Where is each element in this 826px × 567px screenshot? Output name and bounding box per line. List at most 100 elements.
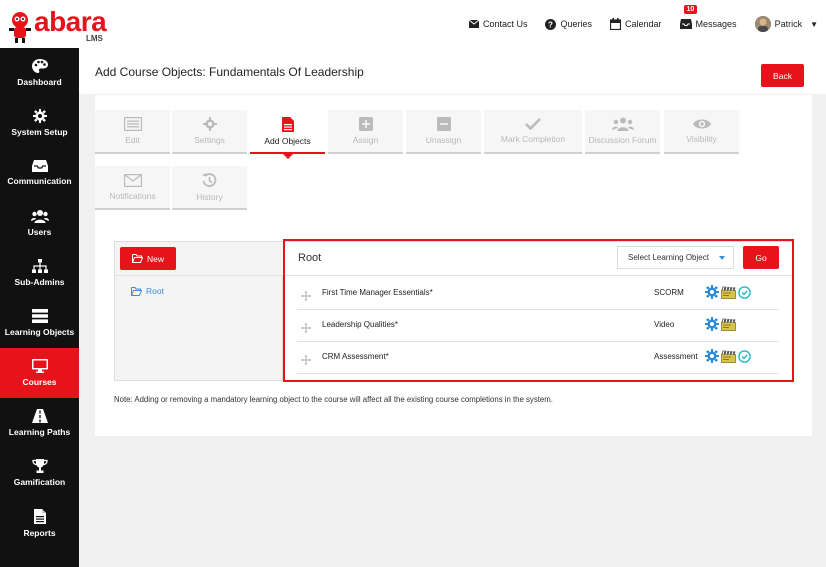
- folder-open-icon: [131, 286, 142, 296]
- drag-handle-icon[interactable]: [301, 323, 311, 333]
- question-icon: ?: [545, 18, 557, 30]
- divider: [285, 275, 792, 276]
- sidebar-item-users[interactable]: Users: [0, 198, 79, 248]
- page-header: Add Course Objects: Fundamentals Of Lead…: [79, 48, 826, 94]
- tab-label: Unassign: [425, 135, 462, 145]
- tab-history[interactable]: History: [172, 166, 247, 210]
- sidebar-item-communication[interactable]: Communication: [0, 148, 79, 198]
- user-menu[interactable]: Patrick ▼: [754, 16, 818, 32]
- sidebar-item-dashboard[interactable]: Dashboard: [0, 48, 79, 98]
- back-button[interactable]: Back: [761, 64, 804, 87]
- tab-label: History: [196, 191, 223, 202]
- sidebar-item-sub-admins[interactable]: Sub-Admins: [0, 248, 79, 298]
- list-icon: [123, 117, 142, 131]
- tab-add-objects[interactable]: Add Objects: [250, 110, 325, 159]
- object-name: CRM Assessment*: [322, 352, 389, 361]
- plus-square-icon: [358, 117, 373, 131]
- sidebar-item-gamification[interactable]: Gamification: [0, 448, 79, 498]
- logo-subtitle: LMS: [86, 34, 103, 43]
- tab-settings[interactable]: Settings: [172, 110, 247, 154]
- content-panel: Edit Settings Add Objects Assign Unassig…: [95, 95, 812, 436]
- tab-edit[interactable]: Edit: [95, 110, 170, 154]
- check-icon: [525, 118, 541, 130]
- settings-gear-icon[interactable]: [705, 285, 719, 299]
- calendar-link[interactable]: Calendar: [610, 18, 662, 30]
- clapperboard-icon[interactable]: [721, 318, 736, 331]
- table-row: First Time Manager Essentials* SCORM: [297, 279, 779, 310]
- messages-link[interactable]: 10 Messages: [679, 5, 737, 29]
- stack-icon: [31, 309, 48, 323]
- messages-count-badge: 10: [683, 5, 698, 14]
- learning-object-select[interactable]: Select Learning Object: [617, 246, 734, 269]
- contact-us-link[interactable]: Contact Us: [468, 19, 528, 29]
- object-name: First Time Manager Essentials*: [322, 288, 433, 297]
- eye-icon: [692, 119, 711, 129]
- settings-gear-icon[interactable]: [705, 317, 719, 331]
- envelope-icon: [123, 173, 142, 187]
- gear-icon: [202, 117, 217, 131]
- inbox-icon: [679, 19, 692, 29]
- go-button[interactable]: Go: [743, 246, 779, 269]
- new-folder-button[interactable]: New: [120, 247, 176, 270]
- calendar-label: Calendar: [625, 19, 662, 29]
- minus-square-icon: [436, 117, 451, 131]
- tab-discussion-forum[interactable]: Discussion Forum: [585, 110, 660, 154]
- completion-circle-icon[interactable]: [738, 285, 751, 299]
- learning-object-select-value: Select Learning Object: [628, 253, 709, 262]
- sidebar-item-courses[interactable]: Courses: [0, 348, 79, 398]
- mascot-logo-icon: [9, 12, 31, 43]
- tab-label: Assign: [352, 135, 379, 145]
- tab-label: Visibility: [686, 134, 717, 144]
- tab-unassign[interactable]: Unassign: [406, 110, 481, 154]
- contact-us-label: Contact Us: [482, 19, 528, 29]
- completion-circle-icon[interactable]: [738, 349, 751, 363]
- tab-assign[interactable]: Assign: [328, 110, 403, 154]
- road-icon: [31, 409, 48, 423]
- user-photo-icon: [754, 16, 771, 32]
- sidebar-item-label: Communication: [7, 176, 72, 186]
- object-type: Video: [654, 320, 675, 329]
- row-actions: [705, 285, 751, 299]
- settings-gear-icon[interactable]: [705, 349, 719, 363]
- sidebar-item-reports[interactable]: Reports: [0, 498, 79, 548]
- file-icon: [33, 508, 46, 524]
- sidebar-item-label: Learning Objects: [4, 327, 75, 337]
- drag-handle-icon[interactable]: [301, 355, 311, 365]
- sitemap-icon: [31, 259, 48, 273]
- drag-handle-icon[interactable]: [301, 291, 311, 301]
- sidebar-item-label: Learning Paths: [8, 427, 71, 437]
- folder-open-icon: [131, 254, 143, 263]
- clapperboard-icon[interactable]: [721, 286, 736, 299]
- user-name: Patrick: [774, 19, 803, 29]
- inbox-icon: [31, 160, 48, 172]
- queries-link[interactable]: ? Queries: [545, 18, 592, 30]
- tab-notifications[interactable]: Notifications: [95, 166, 170, 210]
- sidebar-item-label: Reports: [23, 527, 56, 538]
- mandatory-note: Note: Adding or removing a mandatory lea…: [114, 395, 553, 404]
- messages-label: Messages: [695, 19, 737, 29]
- tab-label: Notifications: [109, 190, 156, 201]
- document-icon: [281, 116, 294, 132]
- row-actions: [705, 349, 751, 363]
- object-name: Leadership Qualities*: [322, 320, 399, 329]
- history-icon: [202, 172, 217, 187]
- table-row: Leadership Qualities* Video: [297, 311, 779, 342]
- root-folder-label: Root: [146, 286, 164, 296]
- sidebar-item-system-setup[interactable]: System Setup: [0, 98, 79, 148]
- caret-down-icon: [719, 256, 725, 260]
- folder-tree: New Root: [115, 242, 283, 380]
- sidebar-item-learning-paths[interactable]: Learning Paths: [0, 398, 79, 448]
- object-type: Assessment: [654, 352, 698, 361]
- envelope-icon: [468, 20, 479, 28]
- tab-visibility[interactable]: Visibility: [664, 110, 739, 154]
- clapperboard-icon[interactable]: [721, 350, 736, 363]
- root-folder-link[interactable]: Root: [131, 286, 164, 296]
- sidebar-item-learning-objects[interactable]: Learning Objects: [0, 298, 79, 348]
- tab-label: Add Objects: [264, 135, 311, 146]
- svg-text:?: ?: [549, 20, 554, 29]
- top-bar: abara LMS Contact Us ? Queries Calendar …: [0, 0, 826, 48]
- tab-mark-completion[interactable]: Mark Completion: [484, 110, 582, 154]
- top-nav: Contact Us ? Queries Calendar 10 Message…: [468, 0, 818, 48]
- sidebar-item-label: Courses: [22, 377, 57, 387]
- logo[interactable]: abara LMS: [4, 4, 114, 46]
